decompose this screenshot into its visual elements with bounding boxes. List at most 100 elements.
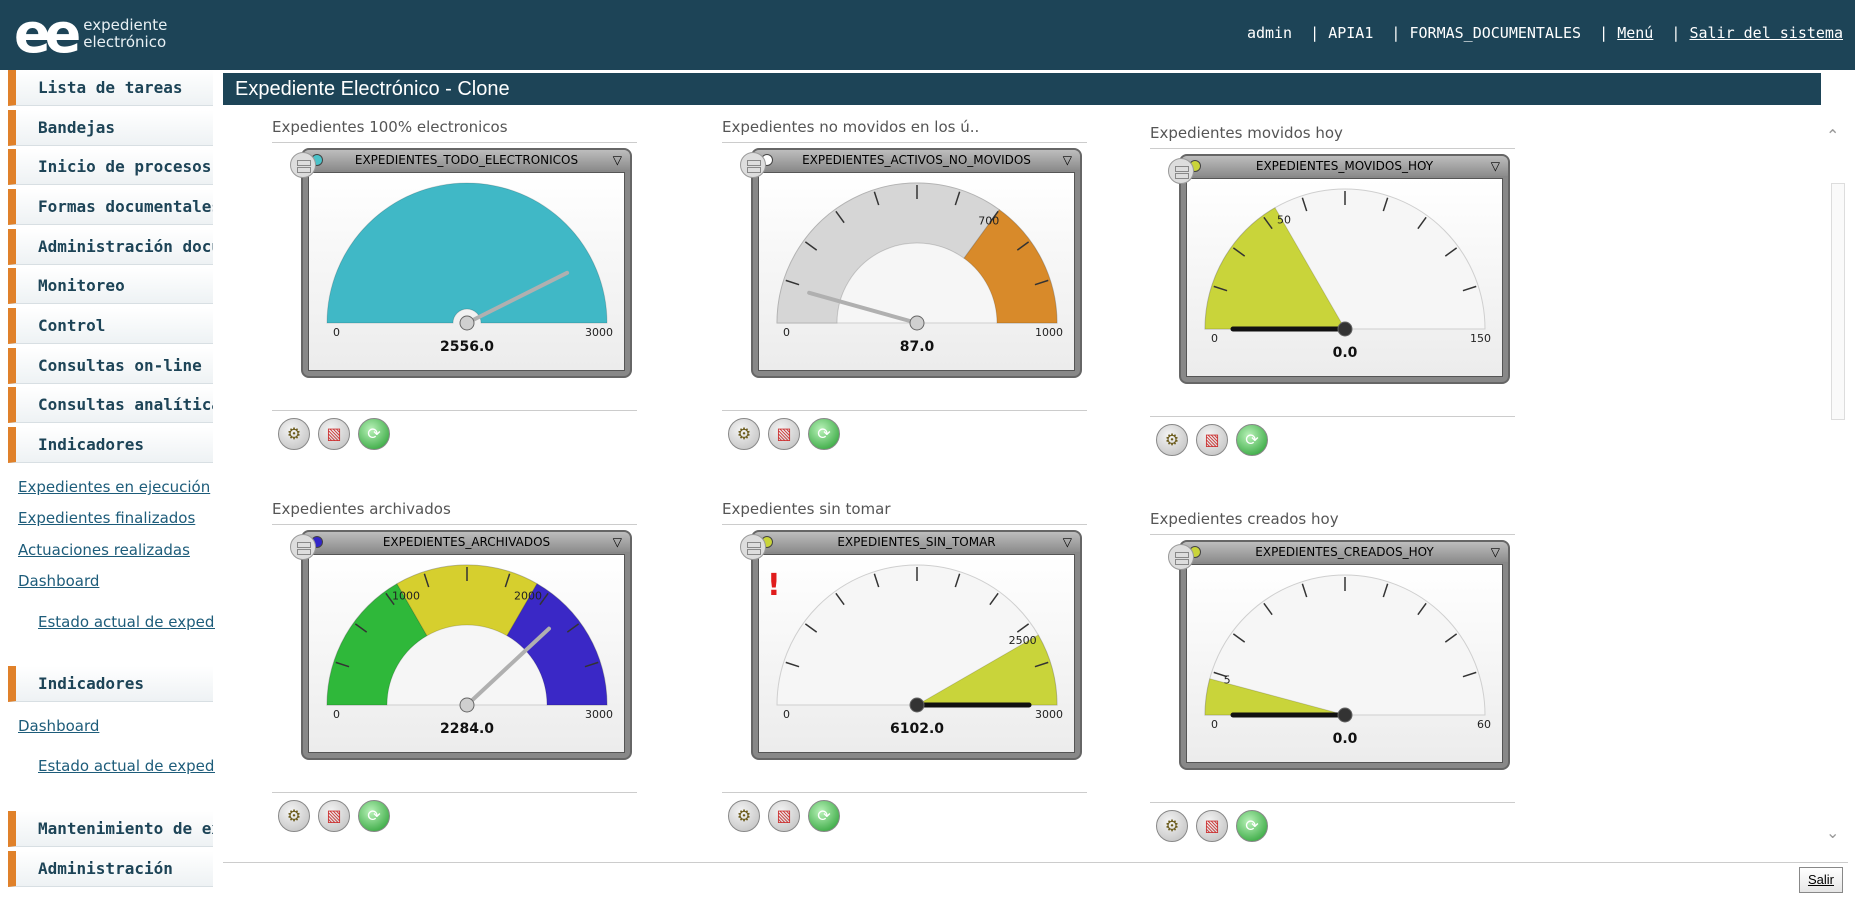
sidebar-link-estado-actual[interactable]: Estado actual de expedientes: [38, 613, 215, 631]
sidebar-link-dashboard-2[interactable]: Dashboard: [18, 717, 99, 735]
print-icon[interactable]: [740, 534, 766, 560]
refresh-icon[interactable]: ⟳: [358, 800, 390, 832]
report-icon[interactable]: ▧: [318, 800, 350, 832]
print-icon[interactable]: [290, 152, 316, 178]
gauge-chart: 5 0 60 0.0: [1204, 574, 1491, 747]
gauge-max-label: 3000: [585, 326, 613, 339]
sidebar-link-estado-actual-2[interactable]: Estado actual de expedientes: [38, 757, 215, 775]
sidebar-link-dashboard[interactable]: Dashboard: [18, 572, 99, 590]
report-icon[interactable]: ▧: [1196, 810, 1228, 842]
logo-line2: electrónico: [83, 33, 167, 51]
sidebar-item-indicadores[interactable]: Indicadores: [8, 427, 213, 463]
logo-text: expediente electrónico: [83, 17, 167, 51]
dropdown-triangle-icon[interactable]: ▽: [1063, 150, 1072, 170]
print-icon[interactable]: [1168, 544, 1194, 570]
print-icon[interactable]: [1168, 158, 1194, 184]
gauge-header[interactable]: EXPEDIENTES_SIN_TOMAR ▽: [753, 532, 1080, 552]
gauge-body: 50 0 150 0.0: [1186, 178, 1503, 377]
status-bar: Salir: [223, 862, 1848, 896]
sidebar-link-expedientes-en-ejecucion[interactable]: Expedientes en ejecución: [18, 478, 210, 496]
gauge-max-label: 1000: [1035, 326, 1063, 339]
dropdown-triangle-icon[interactable]: ▽: [1491, 542, 1500, 562]
report-icon[interactable]: ▧: [318, 418, 350, 450]
tools-icon[interactable]: ⚙: [1156, 810, 1188, 842]
scroll-down-icon[interactable]: ⌄: [1826, 823, 1839, 842]
scroll-up-icon[interactable]: ⌃: [1826, 126, 1839, 145]
sidebar-link-expedientes-finalizados[interactable]: Expedientes finalizados: [18, 509, 195, 527]
refresh-icon[interactable]: ⟳: [808, 800, 840, 832]
sidebar-item-consultas-online[interactable]: Consultas on-line: [8, 348, 213, 384]
logo-mark: ee: [14, 2, 81, 65]
gauge-header[interactable]: EXPEDIENTES_CREADOS_HOY ▽: [1181, 542, 1508, 562]
gauge-value: 2556.0: [440, 339, 494, 355]
dropdown-triangle-icon[interactable]: ▽: [613, 532, 622, 552]
dropdown-triangle-icon[interactable]: ▽: [1491, 156, 1500, 176]
gauge-chart: 2500 0 3000 6102.0!: [767, 564, 1063, 737]
divider: [1150, 802, 1515, 803]
refresh-icon[interactable]: ⟳: [808, 418, 840, 450]
sidebar-item-mantenimiento[interactable]: Mantenimiento de expedientes: [8, 811, 213, 847]
sidebar-item-monitoreo[interactable]: Monitoreo: [8, 268, 213, 304]
widget-title: Expedientes creados hoy: [1150, 510, 1339, 528]
gauge-frame: EXPEDIENTES_MOVIDOS_HOY ▽ 50 0 150 0.0: [1179, 154, 1510, 384]
sidebar-item-consultas-analiticas[interactable]: Consultas analíticas: [8, 387, 213, 423]
user-name: admin: [1246, 24, 1293, 42]
gauge-frame: EXPEDIENTES_ARCHIVADOS ▽ 1000 2000 0 3000 22…: [301, 530, 632, 760]
refresh-icon[interactable]: ⟳: [1236, 810, 1268, 842]
gauge-header[interactable]: EXPEDIENTES_MOVIDOS_HOY ▽: [1181, 156, 1508, 176]
refresh-icon[interactable]: ⟳: [1236, 424, 1268, 456]
dropdown-triangle-icon[interactable]: ▽: [1063, 532, 1072, 552]
widget-title: Expedientes sin tomar: [722, 500, 891, 518]
divider: [272, 142, 637, 143]
divider: [722, 410, 1087, 411]
gauge-value: 6102.0: [890, 721, 944, 737]
print-icon[interactable]: [740, 152, 766, 178]
refresh-icon[interactable]: ⟳: [358, 418, 390, 450]
gauge-body: 5 0 60 0.0: [1186, 564, 1503, 763]
salir-button[interactable]: Salir: [1799, 867, 1843, 893]
gauge-header[interactable]: EXPEDIENTES_TODO_ELECTRONICOS ▽: [303, 150, 630, 170]
sidebar-item-administracion[interactable]: Administración: [8, 851, 213, 887]
sidebar-item-administracion-documental[interactable]: Administración documental: [8, 229, 213, 265]
dropdown-triangle-icon[interactable]: ▽: [613, 150, 622, 170]
sidebar-item-bandejas[interactable]: Bandejas: [8, 110, 213, 146]
environment-name: APIA1: [1328, 24, 1374, 42]
warning-icon: !: [767, 568, 781, 603]
tools-icon[interactable]: ⚙: [728, 800, 760, 832]
gauge-tick-label: 5: [1224, 673, 1231, 686]
report-icon[interactable]: ▧: [1196, 424, 1228, 456]
print-icon[interactable]: [290, 534, 316, 560]
gauge-header-label: EXPEDIENTES_ACTIVOS_NO_MOVIDOS: [802, 153, 1031, 167]
page-title: Expediente Electrónico - Clone: [223, 73, 1821, 105]
widget-title: Expedientes no movidos en los ú..: [722, 118, 980, 136]
gauge-min-label: 0: [333, 326, 340, 339]
gauge-min-label: 0: [333, 708, 340, 721]
gauge-body: 1000 2000 0 3000 2284.0: [308, 554, 625, 753]
sidebar-item-inicio-de-procesos[interactable]: Inicio de procesos: [8, 149, 213, 185]
sidebar-item-formas-documentales[interactable]: Formas documentales: [8, 189, 213, 225]
report-icon[interactable]: ▧: [768, 800, 800, 832]
sidebar-link-actuaciones-realizadas[interactable]: Actuaciones realizadas: [18, 541, 190, 559]
gauge-min-label: 0: [1211, 332, 1218, 345]
tools-icon[interactable]: ⚙: [278, 418, 310, 450]
gauge-frame: EXPEDIENTES_ACTIVOS_NO_MOVIDOS ▽ 700 0 100…: [751, 148, 1082, 378]
tools-icon[interactable]: ⚙: [728, 418, 760, 450]
gauge-header[interactable]: EXPEDIENTES_ACTIVOS_NO_MOVIDOS ▽: [753, 150, 1080, 170]
gauge-value: 87.0: [900, 339, 935, 355]
menu-link[interactable]: Menú: [1617, 24, 1653, 42]
gauge-max-label: 60: [1477, 718, 1491, 731]
sidebar-item-indicadores-2[interactable]: Indicadores: [8, 666, 213, 702]
tools-icon[interactable]: ⚙: [1156, 424, 1188, 456]
tools-icon[interactable]: ⚙: [278, 800, 310, 832]
gauge-frame: EXPEDIENTES_SIN_TOMAR ▽ 2500 0 3000 6102.0!: [751, 530, 1082, 760]
brand-logo: ee expediente electrónico: [14, 2, 167, 65]
gauge-widget: Expedientes archivados EXPEDIENTES_ARCHI…: [272, 500, 657, 860]
scrollbar-thumb[interactable]: [1831, 183, 1845, 420]
report-icon[interactable]: ▧: [768, 418, 800, 450]
gauge-header[interactable]: EXPEDIENTES_ARCHIVADOS ▽: [303, 532, 630, 552]
sidebar-item-lista-de-tareas[interactable]: Lista de tareas: [8, 70, 213, 106]
widget-title: Expedientes 100% electronicos: [272, 118, 508, 136]
gauge-chart: 0 3000 2556.0: [326, 182, 613, 355]
sidebar-item-control[interactable]: Control: [8, 308, 213, 344]
logout-link[interactable]: Salir del sistema: [1689, 24, 1843, 42]
